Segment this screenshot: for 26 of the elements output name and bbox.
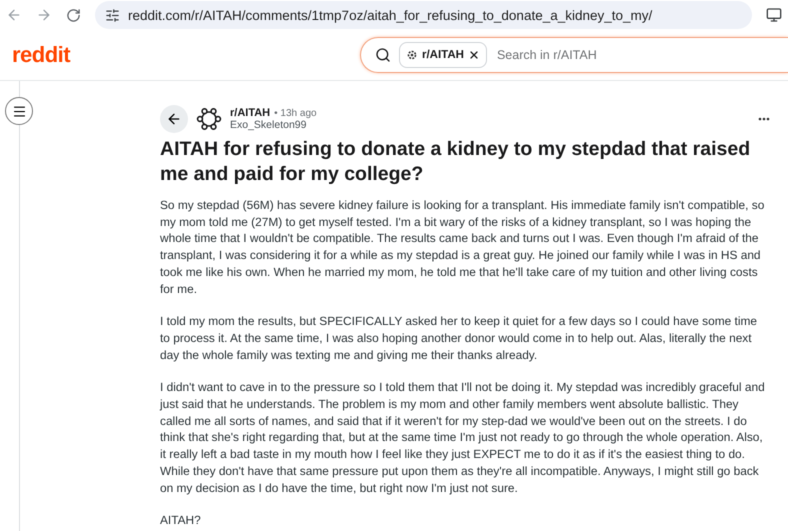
menu-icon bbox=[12, 104, 26, 118]
search-icon bbox=[375, 47, 391, 63]
gear-icon bbox=[406, 49, 418, 61]
search-input[interactable]: Search in r/AITAH bbox=[494, 47, 788, 63]
menu-button[interactable] bbox=[5, 97, 33, 125]
author-name[interactable]: Exo_Skeleton99 bbox=[230, 119, 750, 131]
search-field[interactable]: r/AITAH Search in r/AITAH bbox=[360, 37, 788, 73]
site-settings-icon[interactable] bbox=[105, 8, 120, 22]
url-text: reddit.com/r/AITAH/comments/1tmp7oz/aitah_for_refusing_to_donate_a_kidney_to_my/ bbox=[128, 8, 652, 22]
community-chip[interactable]: r/AITAH bbox=[399, 42, 487, 68]
address-bar[interactable]: reddit.com/r/AITAH/comments/1tmp7oz/aitah_for_refusing_to_donate_a_kidney_to_my/ bbox=[95, 1, 752, 29]
more-options-icon[interactable] bbox=[758, 117, 770, 121]
forward-icon[interactable] bbox=[36, 7, 52, 23]
back-button[interactable] bbox=[160, 105, 188, 133]
post-title: AITAH for refusing to donate a kidney to my stepdad that raised me and paid for my college? bbox=[160, 137, 752, 187]
post-paragraph: I told my mom the results, but SPECIFICALLY asked her to keep it quiet for a few days so I could have some time to process it. At the same time, I was also hoping another donor would come in to help out. Alas, literally the next day the whole family was texting me and giving me their thanks already. bbox=[160, 313, 758, 364]
subreddit-link[interactable]: r/AITAH bbox=[230, 107, 270, 119]
post-paragraph: I didn't want to cave in to the pressure so I told them that I'll not be doing it. My stepdad was incredibly graceful and just said that he understands. The problem is my mom and other family members went absolute ballistic. They called me all sorts of names, and said that if it weren't for my step-dad we would've been out on the streets. I do think that she's right regarding that, but at the same time I'm just not ready to go through the whole operation. Also, it really left a bad taste in my mouth how I feel like they just EXPECT me to do it as if it's the easiest thing to do. While they don't have that same pressure put upon them as they're all incompatible. Anyways, I might still go back on my decision as I do have the time, but right now I'm just not sure. bbox=[160, 379, 766, 496]
reload-icon[interactable] bbox=[66, 8, 81, 22]
post-paragraph: AITAH? bbox=[160, 512, 202, 529]
post-time: • 13h ago bbox=[274, 108, 317, 119]
screen-icon[interactable] bbox=[766, 7, 782, 23]
post-paragraph: So my stepdad (56M) has severe kidney failure is looking for a transplant. His immediate family isn't compatible, so my mom told me (27M) to get myself tested. I'm a bit wary of the risks of a kidney transplant, so I was hoping the whole time that I wouldn't be compatible. The results came back and turns out I was. Even though I'm afraid of the transplant, I was considering it for a while as my stepdad is a great guy. He joined our family while I was in HS and took me like his own. When he married my mom, he told me that he'll take care of my tuition and other living costs for me. bbox=[160, 197, 766, 298]
close-icon[interactable] bbox=[468, 49, 480, 61]
subreddit-icon bbox=[196, 106, 222, 132]
back-icon[interactable] bbox=[6, 7, 22, 23]
